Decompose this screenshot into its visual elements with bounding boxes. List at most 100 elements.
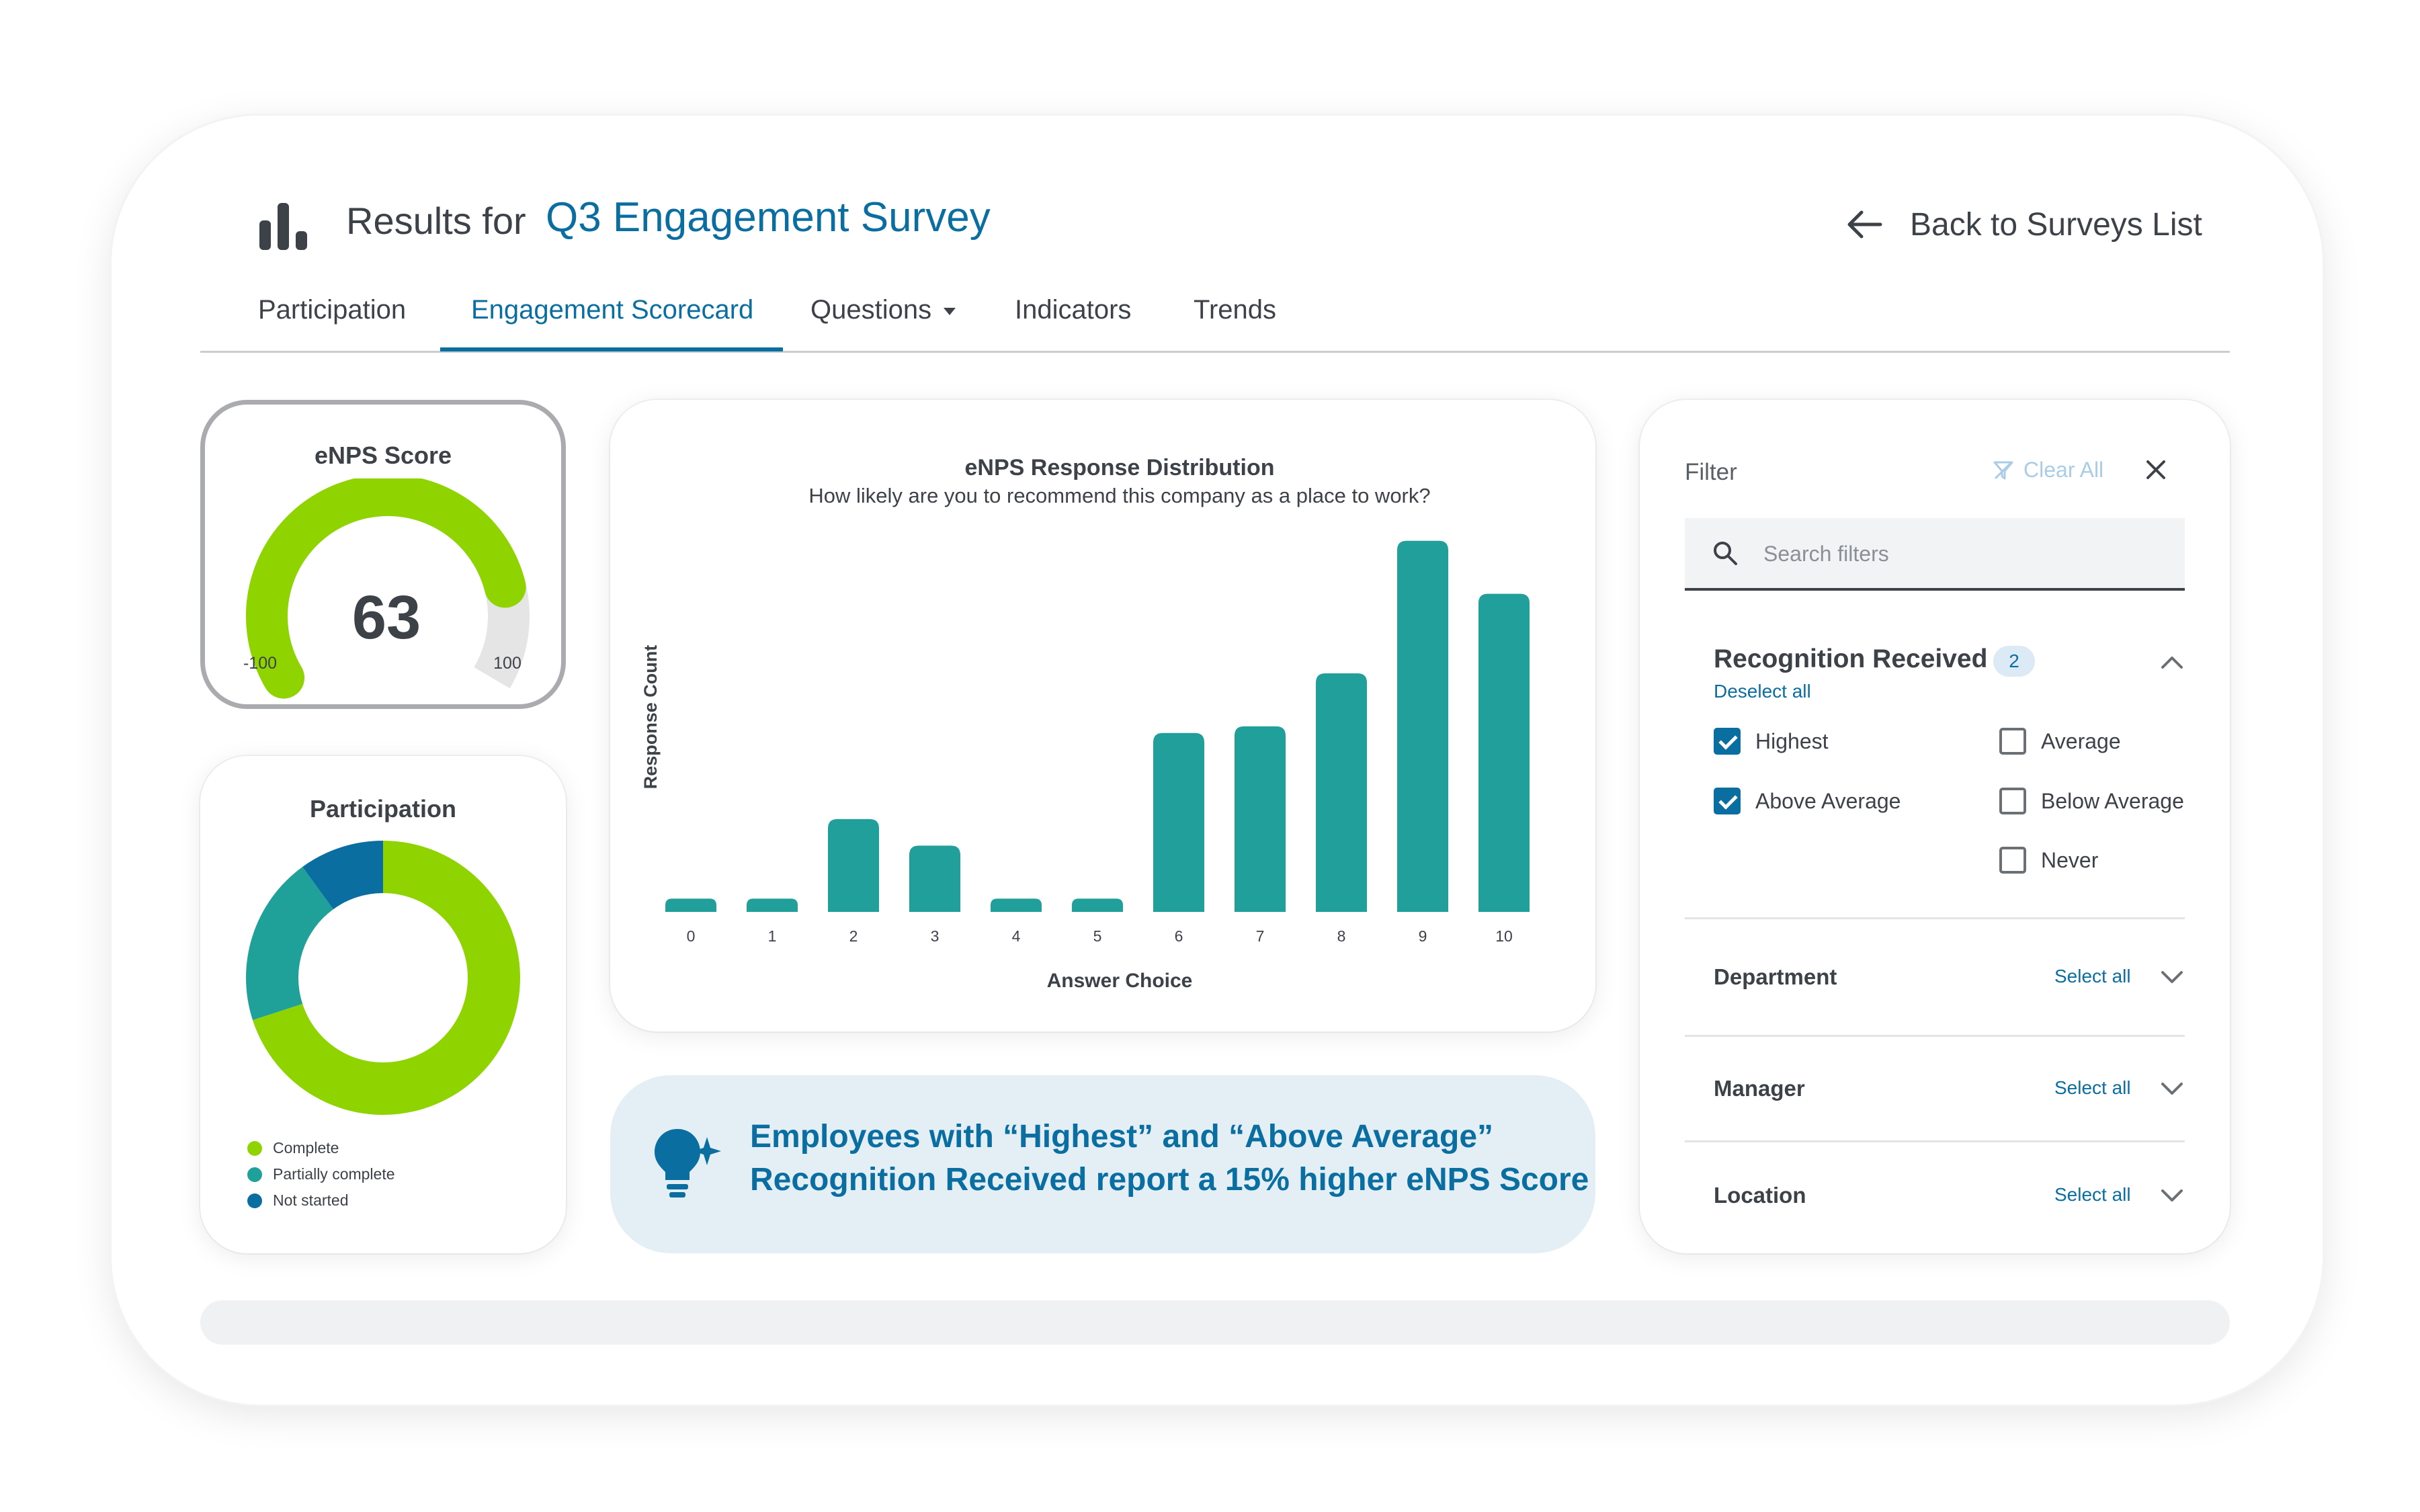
y-axis-label: Response Count bbox=[640, 645, 661, 790]
selected-count-badge: 2 bbox=[1993, 646, 2035, 677]
department-select-all[interactable]: Select all bbox=[2054, 966, 2131, 987]
x-tick-label: 5 bbox=[1093, 927, 1102, 945]
bar-10 bbox=[1478, 593, 1530, 912]
bar-5 bbox=[1072, 898, 1123, 912]
divider bbox=[1685, 917, 2185, 919]
option-label: Below Average bbox=[2041, 788, 2184, 813]
bar-1 bbox=[747, 898, 798, 912]
filter-panel: Filter Clear All Recognition Received 2 … bbox=[1640, 400, 2230, 1253]
option-highest[interactable]: Highest bbox=[1714, 728, 1829, 755]
recognition-received-title: Recognition Received bbox=[1714, 644, 1988, 673]
bar-8 bbox=[1316, 673, 1367, 912]
manager-select-all[interactable]: Select all bbox=[2054, 1077, 2131, 1099]
tab-bar: Participation Engagement Scorecard Quest… bbox=[200, 282, 2230, 353]
option-average[interactable]: Average bbox=[1999, 728, 2121, 755]
clear-all-button[interactable]: Clear All bbox=[1993, 458, 2103, 482]
manager-title[interactable]: Manager bbox=[1714, 1076, 1805, 1101]
legend-dot bbox=[247, 1193, 262, 1208]
x-tick-label: 2 bbox=[849, 927, 858, 945]
x-tick-label: 10 bbox=[1495, 927, 1513, 945]
insight-line-2: Recognition Received report a 15% higher… bbox=[750, 1162, 1589, 1198]
back-to-surveys-link[interactable]: Back to Surveys List bbox=[1847, 202, 2202, 247]
bar-9 bbox=[1397, 540, 1448, 912]
checkbox-unchecked[interactable] bbox=[1999, 788, 2026, 814]
x-tick-label: 7 bbox=[1256, 927, 1265, 945]
legend-complete: Complete bbox=[247, 1139, 339, 1157]
divider bbox=[1685, 1140, 2185, 1142]
horizontal-scrollbar[interactable] bbox=[200, 1300, 2230, 1345]
bar-3 bbox=[909, 845, 960, 912]
tab-engagement-scorecard[interactable]: Engagement Scorecard bbox=[471, 289, 753, 344]
search-input[interactable] bbox=[1762, 536, 2168, 572]
x-tick-label: 6 bbox=[1175, 927, 1183, 945]
legend-dot bbox=[247, 1167, 262, 1182]
x-tick-label: 9 bbox=[1419, 927, 1427, 945]
legend-dot bbox=[247, 1140, 262, 1156]
option-label: Never bbox=[2041, 847, 2099, 872]
option-above-average[interactable]: Above Average bbox=[1714, 788, 1901, 814]
option-label: Above Average bbox=[1755, 788, 1901, 813]
tab-indicators[interactable]: Indicators bbox=[1015, 289, 1131, 344]
checkbox-unchecked[interactable] bbox=[1999, 847, 2026, 874]
gauge-min-label: -100 bbox=[243, 654, 277, 673]
location-title[interactable]: Location bbox=[1714, 1183, 1806, 1208]
insight-banner: Employees with “Highest” and “Above Aver… bbox=[610, 1075, 1595, 1253]
bar-chart-icon bbox=[259, 202, 308, 250]
checkbox-unchecked[interactable] bbox=[1999, 728, 2026, 755]
gauge-max-label: 100 bbox=[493, 654, 521, 673]
participation-donut bbox=[246, 841, 520, 1115]
chevron-down-icon[interactable] bbox=[2159, 1181, 2185, 1208]
insight-text: Employees with “Highest” and “Above Aver… bbox=[750, 1116, 1589, 1202]
arrow-left-icon bbox=[1847, 210, 1882, 239]
deselect-all-link[interactable]: Deselect all bbox=[1714, 681, 1811, 702]
lightbulb-sparkle-icon bbox=[655, 1129, 721, 1198]
chevron-down-icon[interactable] bbox=[2159, 963, 2185, 990]
enps-distribution-card: eNPS Response Distribution How likely ar… bbox=[610, 400, 1595, 1032]
search-box bbox=[1685, 518, 2185, 591]
option-below-average[interactable]: Below Average bbox=[1999, 788, 2184, 814]
insight-line-1: Employees with “Highest” and “Above Aver… bbox=[750, 1119, 1494, 1154]
option-label: Highest bbox=[1755, 728, 1829, 753]
bar-0 bbox=[665, 898, 716, 912]
chevron-down-icon[interactable] bbox=[2159, 1075, 2185, 1101]
checkbox-checked[interactable] bbox=[1714, 788, 1741, 814]
active-tab-indicator bbox=[440, 347, 783, 351]
bar-2 bbox=[828, 818, 879, 912]
option-label: Average bbox=[2041, 728, 2121, 753]
survey-name: Q3 Engagement Survey bbox=[546, 194, 991, 241]
filter-label: Filter bbox=[1685, 459, 1737, 485]
enps-gauge: 63 -100 100 bbox=[243, 478, 530, 699]
tab-trends[interactable]: Trends bbox=[1194, 289, 1276, 344]
x-tick-label: 1 bbox=[768, 927, 777, 945]
checkbox-checked[interactable] bbox=[1714, 728, 1741, 755]
chart-title: eNPS Response Distribution bbox=[965, 455, 1275, 480]
legend-label: Partially complete bbox=[273, 1165, 395, 1183]
x-axis-label: Answer Choice bbox=[1047, 970, 1193, 992]
x-tick-label: 4 bbox=[1012, 927, 1021, 945]
close-icon[interactable] bbox=[2141, 455, 2171, 485]
bar-7 bbox=[1235, 726, 1286, 912]
caret-down-icon bbox=[944, 307, 956, 315]
legend-not-started: Not started bbox=[247, 1191, 349, 1210]
tab-questions[interactable]: Questions bbox=[810, 289, 956, 344]
chevron-up-icon[interactable] bbox=[2159, 648, 2185, 675]
option-never[interactable]: Never bbox=[1999, 847, 2098, 874]
department-title[interactable]: Department bbox=[1714, 964, 1837, 990]
enps-title: eNPS Score bbox=[314, 442, 452, 469]
bar-6 bbox=[1153, 732, 1204, 912]
x-tick-label: 8 bbox=[1337, 927, 1346, 945]
back-label: Back to Surveys List bbox=[1910, 206, 2202, 243]
location-select-all[interactable]: Select all bbox=[2054, 1184, 2131, 1206]
chart-subtitle: How likely are you to recommend this com… bbox=[808, 484, 1430, 507]
participation-card: Participation Complete Partially complet… bbox=[200, 756, 566, 1253]
page-title-prefix: Results for bbox=[346, 200, 526, 242]
x-tick-label: 3 bbox=[931, 927, 940, 945]
bar-4 bbox=[991, 898, 1042, 912]
legend-label: Complete bbox=[273, 1139, 339, 1157]
x-tick-label: 0 bbox=[687, 927, 696, 945]
tab-participation[interactable]: Participation bbox=[258, 289, 406, 344]
enps-distribution-chart: eNPS Response Distribution How likely ar… bbox=[640, 455, 1530, 992]
clear-filter-icon bbox=[1993, 461, 2013, 479]
legend-label: Not started bbox=[273, 1191, 349, 1209]
search-icon bbox=[1714, 542, 1737, 565]
